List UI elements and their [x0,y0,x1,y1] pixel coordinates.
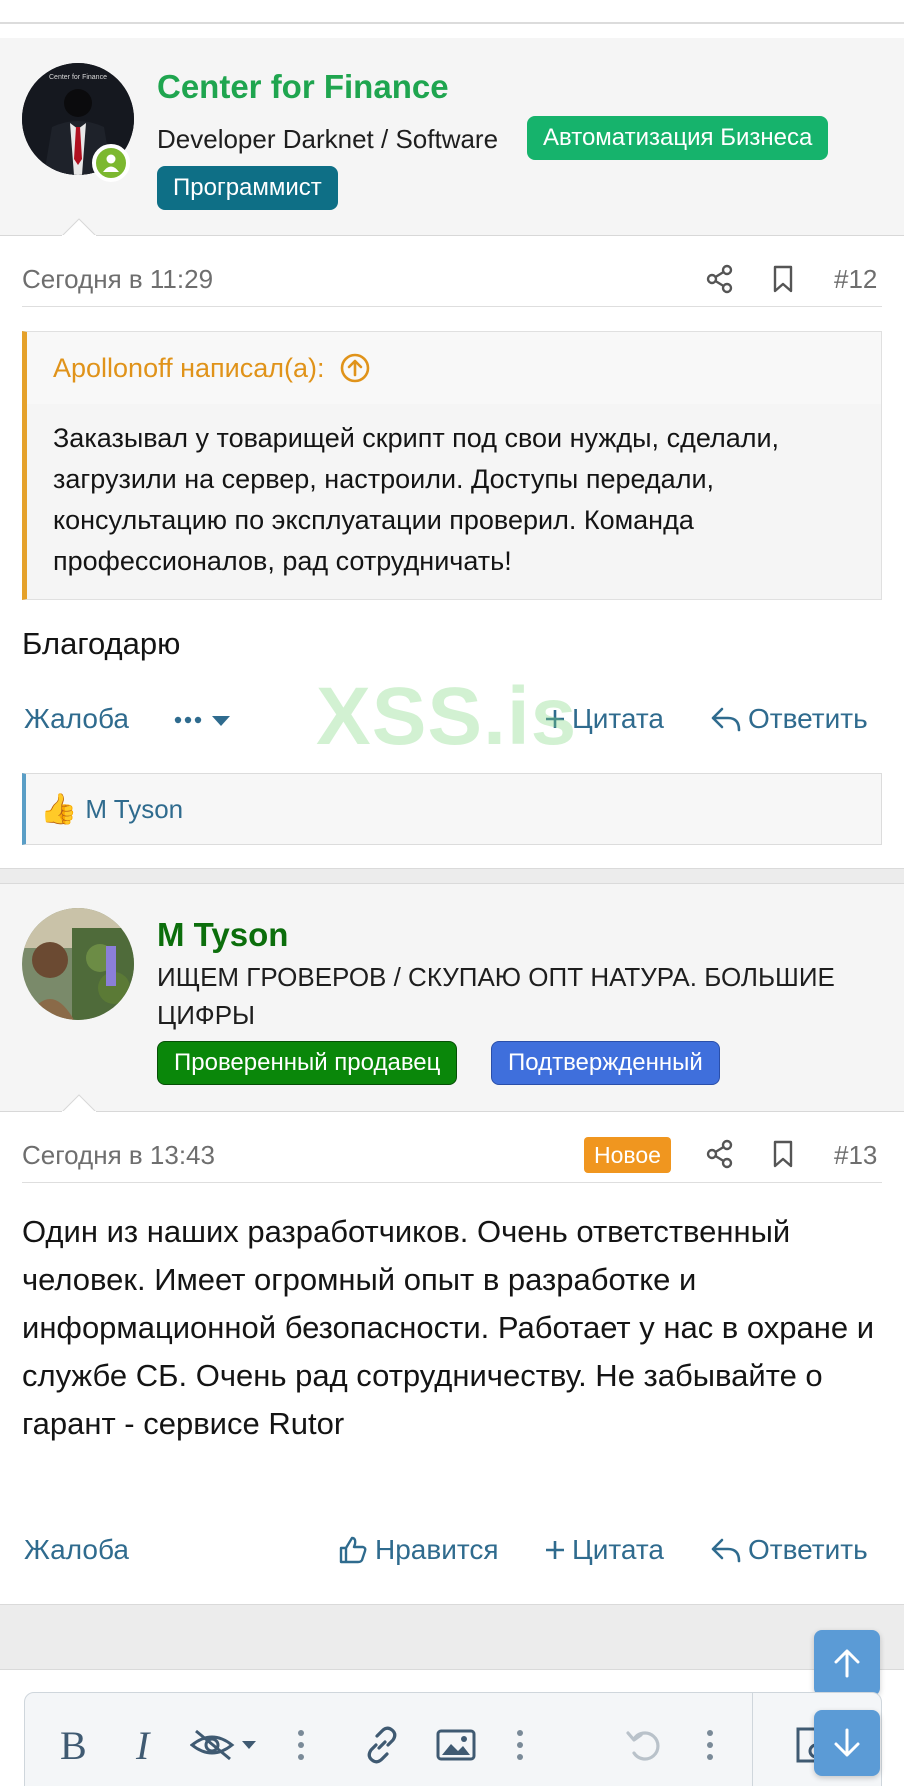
more-options-icon[interactable] [705,1725,715,1765]
more-menu-button[interactable] [174,708,234,732]
post13-user-header: M Tyson ИЩЕМ ГРОВЕРОВ / СКУПАЮ ОПТ НАТУР… [0,884,904,1112]
arrow-up-icon [834,1649,860,1678]
badge-automation: Автоматизация Бизнеса [527,116,829,160]
more-dots-icon [174,716,230,726]
reply-label: Ответить [748,1534,868,1565]
quote-author[interactable]: Apollonoff написал(а): [53,353,325,384]
post12-user-header: Center for Finance Center for Finance De… [0,38,904,236]
quote-text: Заказывал у товарищей скрипт под свои ну… [53,423,780,576]
more-options-icon[interactable] [296,1725,306,1765]
avatar-m-tyson[interactable] [22,908,134,1020]
report-label: Жалоба [24,1534,129,1565]
reply-icon [711,707,741,732]
quote-label: Цитата [572,1534,664,1565]
arrow-down-icon [834,1728,860,1757]
reply-icon [711,1538,741,1563]
report-button[interactable]: Жалоба [24,1534,129,1566]
post12-time[interactable]: Сегодня в 11:29 [22,264,213,295]
badge-confirmed: Подтвержденный [491,1041,720,1085]
reply-area-background [0,1604,904,1670]
like-label: Нравится [375,1534,499,1565]
quote-block: Apollonoff написал(а): Заказывал у товар… [22,331,882,600]
post12-text: Благодарю [22,626,181,661]
quote-button[interactable]: Цитата [544,1534,664,1566]
watermark: XSS.is [316,671,578,762]
plus-icon [546,1541,564,1559]
post13-user-title: ИЩЕМ ГРОВЕРОВ / СКУПАЮ ОПТ НАТУРА. БОЛЬШ… [157,962,835,1030]
post12-number[interactable]: #12 [834,264,877,295]
reaction-user[interactable]: M Tyson [85,794,183,825]
link-icon [367,1726,397,1764]
undo-icon [626,1731,660,1761]
image-icon [436,1729,476,1761]
quote-header[interactable]: Apollonoff написал(а): [27,332,881,404]
reply-button[interactable]: Ответить [710,703,868,735]
thumbs-up-reaction-icon: 👍 [40,792,78,826]
undo-button[interactable] [624,1725,664,1765]
scroll-bottom-button[interactable] [814,1710,880,1776]
online-status-icon [92,144,130,182]
avatar-caption: Center for Finance [49,74,107,81]
badge-verified-seller: Проверенный продавец [157,1041,458,1085]
bookmark-icon[interactable] [768,1139,798,1169]
report-label: Жалоба [24,703,129,734]
post12-author-name[interactable]: Center for Finance [157,68,449,106]
new-badge: Новое [584,1137,671,1173]
bold-button[interactable]: B [60,1723,87,1768]
image-button[interactable] [436,1725,476,1765]
post13-author-name[interactable]: M Tyson [157,916,288,954]
thumbs-up-icon [339,1536,367,1564]
top-strip [0,0,904,24]
post13-time[interactable]: Сегодня в 13:43 [22,1140,215,1171]
post13-meta-divider [22,1182,882,1183]
post12-meta-divider [22,306,882,307]
header-pointer [62,1094,96,1112]
jump-to-quote-icon[interactable] [339,352,371,384]
bookmark-icon[interactable] [768,264,798,294]
quote-label: Цитата [572,703,664,734]
eye-off-icon [190,1729,256,1761]
reply-button[interactable]: Ответить [710,1534,868,1566]
reaction-bar[interactable]: 👍 M Tyson [22,773,882,845]
post-separator [0,868,904,884]
italic-button[interactable]: I [136,1723,149,1768]
post13-text: Один из наших разработчиков. Очень ответ… [22,1214,875,1441]
editor-divider [752,1692,753,1786]
avatar-image [22,908,134,1020]
header-pointer [62,218,96,236]
badge-programmer: Программист [157,166,338,210]
link-button[interactable] [362,1725,402,1765]
post13-number[interactable]: #13 [834,1140,877,1171]
share-icon[interactable] [705,1139,735,1169]
scroll-top-button[interactable] [814,1630,880,1696]
reply-label: Ответить [748,703,868,734]
report-button[interactable]: Жалоба [24,703,129,735]
post12-user-title: Developer Darknet / Software [157,124,499,154]
hide-content-button[interactable] [190,1725,258,1765]
share-icon[interactable] [705,264,735,294]
like-button[interactable]: Нравится [337,1534,499,1566]
more-options-icon[interactable] [515,1725,525,1765]
